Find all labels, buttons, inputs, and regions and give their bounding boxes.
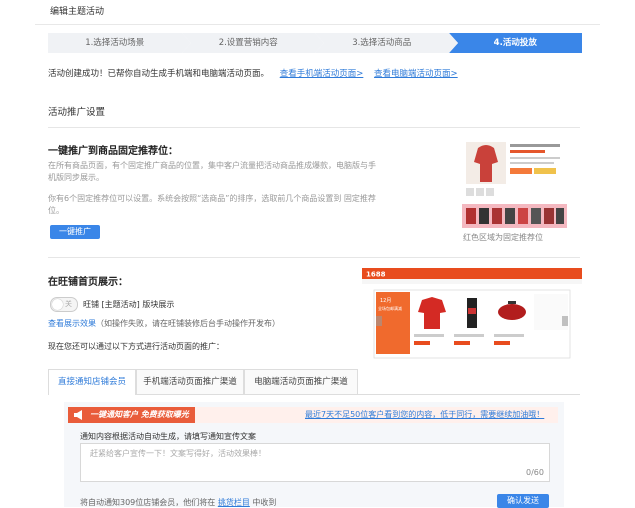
step-2: 2.设置营销内容 [181,33,324,53]
view-effect-row: 查看展示效果（如操作失败，请在旺铺装修后台手动操作开发布） [48,318,308,329]
confirm-send-button[interactable]: 确认发送 [497,494,549,508]
wangpu-toggle[interactable]: 关 [50,297,78,312]
promo-tabs: 直接通知店铺会员 手机端活动页面推广渠道 电脑端活动页面推广渠道 [48,369,580,395]
one-click-promote-button[interactable]: 一键推广 [50,225,100,239]
recipients-prefix: 将自动通知309位店铺会员，他们将在 [80,498,216,507]
step-3: 3.选择活动商品 [315,33,457,53]
wangpu-heading: 在旺铺首页展示： [48,277,128,288]
fixed-promo-desc-2: 你有6个固定推荐位可以设置。系统会按照“选商品”的排序，选取前几个商品设置到 固… [48,194,376,215]
tab-notify-members[interactable]: 直接通知店铺会员 [48,369,136,395]
notify-content-label: 通知内容根据活动自动生成，请填写通知宣传文案 [80,432,256,441]
promo-channels-text: 现在您还可以通过以下方式进行活动页面的推广： [48,342,224,351]
svg-text:12月: 12月 [380,298,391,304]
view-mobile-link[interactable]: 查看手机端活动页面> [280,69,364,79]
view-effect-note: （如操作失败，请在旺铺装修后台手动操作开发布） [96,319,280,328]
view-pc-link[interactable]: 查看电脑端活动页面> [374,69,458,79]
toggle-knob [52,299,63,310]
page-title: 编辑主题活动 [50,7,105,17]
fixed-promo-desc: 在所有商品页面，有个固定推广商品的位置，集中客户流量把活动商品推成爆款，电脑版与… [48,161,376,182]
view-effect-link[interactable]: 查看展示效果 [48,319,96,328]
notify-banner-label: 一键通知客户 免费获取曝光 [68,407,195,423]
megaphone-icon [73,409,85,421]
banner-left-text: 一键通知客户 免费获取曝光 [90,410,189,419]
progress-stepper: 1.选择活动场景 2.设置营销内容 3.选择活动商品 4.活动投放 [48,33,582,53]
notify-recipients-text: 将自动通知309位店铺会员，他们将在 挑货栏目 中收到 [80,497,276,508]
step-4: 4.活动投放 [448,33,582,53]
recipients-suffix: 中收到 [252,498,277,507]
pick-column-link[interactable]: 挑货栏目 [218,498,250,507]
divider [35,24,600,25]
divider [48,257,580,258]
tab-pc-channels[interactable]: 电脑端活动页面推广渠道 [244,369,358,394]
toggle-label: 旺铺 [主题活动] 版块展示 [83,300,175,309]
char-counter: 0/60 [526,468,544,477]
fixed-slot-preview-image [462,138,567,228]
notify-placeholder: 赶紧给客户宣传一下！文案写得好，活动效果棒！ [90,449,266,458]
notify-stats-link[interactable]: 最近7天不足50位客户看到您的内容，低于同行，需要继续加油哦！ [305,409,544,420]
step-1: 1.选择活动场景 [48,33,190,53]
toggle-state: 关 [65,300,72,308]
svg-text:全场包邮满减: 全场包邮满减 [378,305,402,311]
tab-mobile-channels[interactable]: 手机端活动页面推广渠道 [136,369,244,394]
success-message: 活动创建成功！已帮你自动生成手机端和电脑端活动页面。 查看手机端活动页面> 查看… [48,67,458,79]
section-title: 活动推广设置 [48,107,106,118]
preview-brand-text: 1688 [366,271,386,279]
fixed-promo-heading: 一键推广到商品固定推荐位： [48,146,178,157]
storefront-preview-image: 1688 12月 全场包邮满减 [362,268,582,365]
preview-caption: 红色区域为固定推荐位 [463,233,543,242]
success-text: 活动创建成功！已帮你自动生成手机端和电脑端活动页面。 [48,69,270,79]
divider [48,127,580,128]
